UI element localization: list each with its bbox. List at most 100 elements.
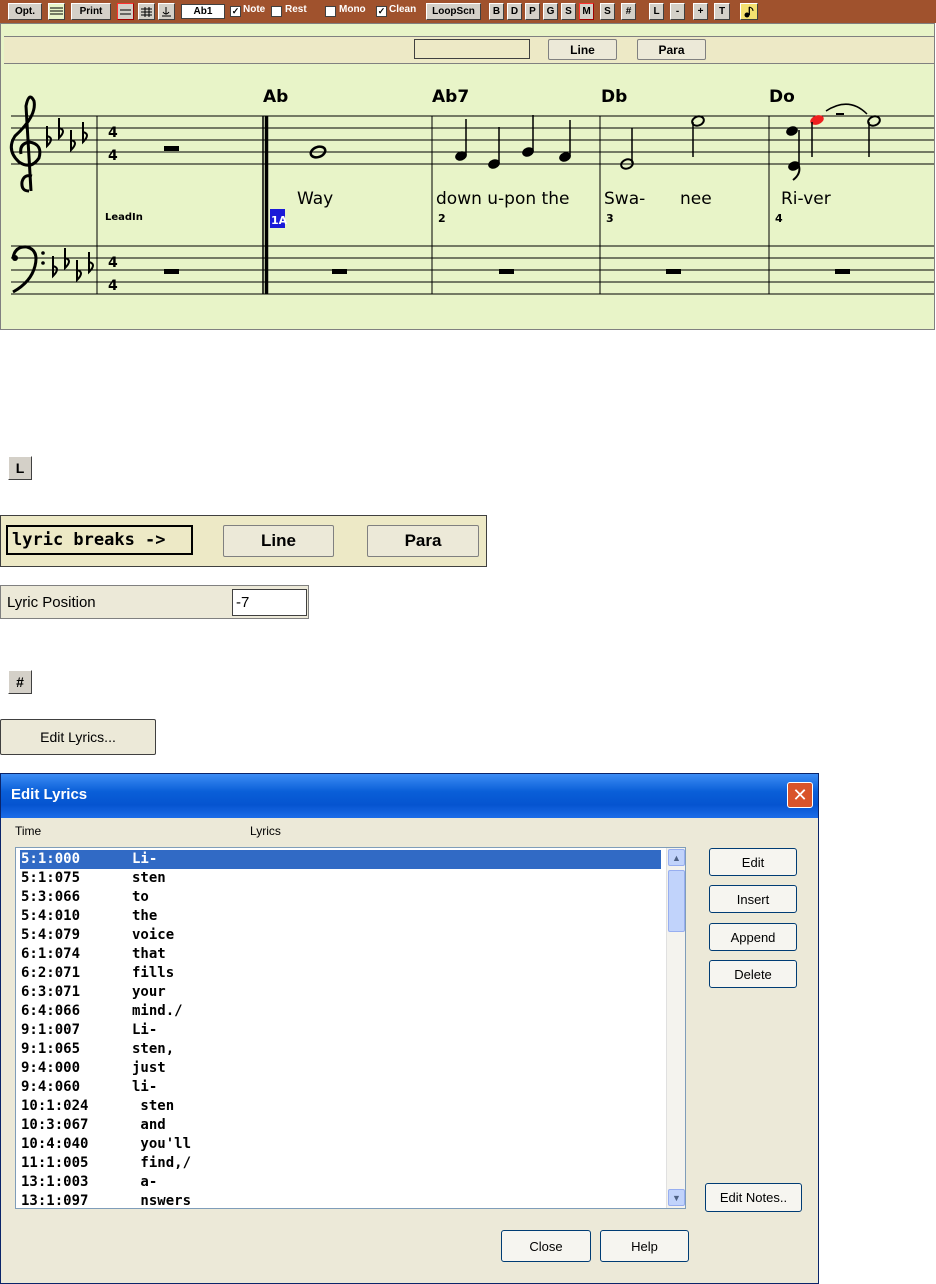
lyric-row[interactable]: 11:1:005 find,/ — [20, 1154, 661, 1173]
lyric-row[interactable]: 10:4:040 you'll — [20, 1135, 661, 1154]
minus-button[interactable]: - — [670, 3, 685, 20]
mono-checkbox-label: Mono — [339, 4, 366, 15]
lyric-time: 6:1:074 — [21, 946, 81, 962]
hash-toolbar-button[interactable]: # — [621, 3, 636, 20]
lyric-time: 5:4:010 — [21, 908, 81, 924]
staff-notation[interactable]: 4 4 4 4 Ab Ab7 Db Do Way down u-pon the … — [1, 66, 934, 328]
lyric-time: 6:3:071 — [21, 984, 81, 1000]
lyric-text: you'll — [132, 1136, 192, 1152]
lyric-breaks-panel: lyric breaks -> Line Para — [0, 515, 487, 567]
line-button[interactable]: Line — [548, 39, 617, 60]
lyric-time: 10:3:067 — [21, 1117, 89, 1133]
lyric-time: 5:3:066 — [21, 889, 81, 905]
lyric-row[interactable]: 5:1:000 Li- — [20, 850, 661, 869]
bass-time-sig-top: 4 — [108, 255, 118, 271]
lyric-row[interactable]: 6:4:066 mind./ — [20, 1002, 661, 1021]
lyric-row[interactable]: 13:1:003 a- — [20, 1173, 661, 1192]
lyric-row[interactable]: 6:1:074 that — [20, 945, 661, 964]
s-button[interactable]: S — [561, 3, 576, 20]
lyric-row[interactable]: 5:4:079 voice — [20, 926, 661, 945]
lyric-text: and — [132, 1117, 166, 1133]
lyrics-listbox[interactable]: 5:1:000 Li- 5:1:075 sten 5:3:066 to 5:4:010 the… — [15, 847, 686, 1209]
barlines — [96, 116, 770, 294]
lyric-time: 9:1:065 — [21, 1041, 81, 1057]
m-button[interactable]: M — [579, 3, 594, 20]
grid-icon[interactable] — [138, 3, 155, 20]
para-button[interactable]: Para — [637, 39, 706, 60]
para-button[interactable]: Para — [367, 525, 479, 557]
print-button[interactable]: Print — [71, 3, 111, 20]
lyric-entry-field[interactable] — [414, 39, 530, 59]
lyric-row[interactable]: 5:3:066 to — [20, 888, 661, 907]
chord-symbol: Db — [601, 87, 627, 107]
lyric-syllable: down u-pon the — [436, 189, 569, 209]
lyric-time: 6:4:066 — [21, 1003, 81, 1019]
edit-notes-button[interactable]: Edit Notes.. — [705, 1183, 802, 1212]
append-button[interactable]: Append — [709, 923, 797, 951]
scroll-down-icon[interactable]: ▼ — [668, 1189, 685, 1206]
edit-lyrics-button[interactable]: Edit Lyrics... — [0, 719, 156, 755]
chord-field[interactable]: Ab1 — [181, 4, 225, 19]
lyric-text: voice — [132, 927, 175, 943]
insert-button[interactable]: Insert — [709, 885, 797, 913]
options-button[interactable]: Opt. — [8, 3, 42, 20]
lyric-entry-bar: Line Para — [4, 36, 934, 64]
lyric-position-input[interactable]: -7 — [232, 589, 307, 616]
lyric-text: find,/ — [132, 1155, 192, 1171]
scroll-up-icon[interactable]: ▲ — [668, 849, 685, 866]
note-checkbox-label: Note — [243, 4, 266, 15]
lyric-row[interactable]: 5:4:010 the — [20, 907, 661, 926]
plus-button[interactable]: + — [693, 3, 708, 20]
music-note-icon[interactable] — [740, 3, 758, 20]
hash-button[interactable]: # — [8, 670, 32, 694]
lyrics-column-header: Lyrics — [250, 824, 281, 838]
lyric-row[interactable]: 9:1:007 Li- — [20, 1021, 661, 1040]
s2-button[interactable]: S — [600, 3, 615, 20]
close-icon[interactable]: ✕ — [787, 782, 813, 808]
p-button[interactable]: P — [525, 3, 540, 20]
time-sig-bottom: 4 — [108, 148, 118, 164]
loopscn-button[interactable]: LoopScn — [426, 3, 481, 20]
dialog-titlebar[interactable]: Edit Lyrics ✕ — [1, 774, 818, 818]
lyric-time: 5:1:000 — [21, 851, 81, 867]
d-button[interactable]: D — [507, 3, 522, 20]
lyric-row[interactable]: 13:1:097 nswers — [20, 1192, 661, 1209]
edit-button[interactable]: Edit — [709, 848, 797, 876]
staff-view-icon[interactable] — [48, 3, 65, 20]
lyric-row[interactable]: 9:1:065 sten, — [20, 1040, 661, 1059]
piano-icon[interactable] — [158, 3, 175, 20]
lyric-time: 5:4:079 — [21, 927, 81, 943]
lyric-text: nswers — [132, 1193, 192, 1209]
lyric-row[interactable]: 9:4:060 li- — [20, 1078, 661, 1097]
b-button[interactable]: B — [489, 3, 504, 20]
l-toolbar-button[interactable]: L — [649, 3, 664, 20]
clean-checkbox[interactable]: ✓ — [376, 6, 387, 17]
lyric-row[interactable]: 9:4:000 just — [20, 1059, 661, 1078]
lyric-row[interactable]: 5:1:075 sten — [20, 869, 661, 888]
g-button[interactable]: G — [543, 3, 558, 20]
vertical-scrollbar[interactable]: ▲ ▼ — [666, 848, 685, 1208]
help-button[interactable]: Help — [600, 1230, 689, 1262]
lyric-text: Li- — [132, 1022, 158, 1038]
lines-icon[interactable] — [117, 3, 134, 20]
note-checkbox[interactable]: ✓ — [230, 6, 241, 17]
measure-number: 2 — [438, 212, 446, 225]
lyric-row[interactable]: 10:3:067 and — [20, 1116, 661, 1135]
delete-button[interactable]: Delete — [709, 960, 797, 988]
t-button[interactable]: T — [714, 3, 730, 20]
lyric-time: 9:4:060 — [21, 1079, 81, 1095]
mono-checkbox[interactable] — [325, 6, 336, 17]
lyric-row[interactable]: 6:2:071 fills — [20, 964, 661, 983]
close-button[interactable]: Close — [501, 1230, 591, 1262]
lyric-row[interactable]: 10:1:024 sten — [20, 1097, 661, 1116]
lyric-text: sten, — [132, 1041, 175, 1057]
lyric-text: sten — [132, 1098, 175, 1114]
lyric-text: li- — [132, 1079, 158, 1095]
lyric-text: mind./ — [132, 1003, 183, 1019]
l-button[interactable]: L — [8, 456, 32, 480]
scroll-thumb[interactable] — [668, 870, 685, 932]
rest-checkbox[interactable] — [271, 6, 282, 17]
rest-checkbox-label: Rest — [285, 4, 307, 15]
lyric-row[interactable]: 6:3:071 your — [20, 983, 661, 1002]
line-button[interactable]: Line — [223, 525, 334, 557]
